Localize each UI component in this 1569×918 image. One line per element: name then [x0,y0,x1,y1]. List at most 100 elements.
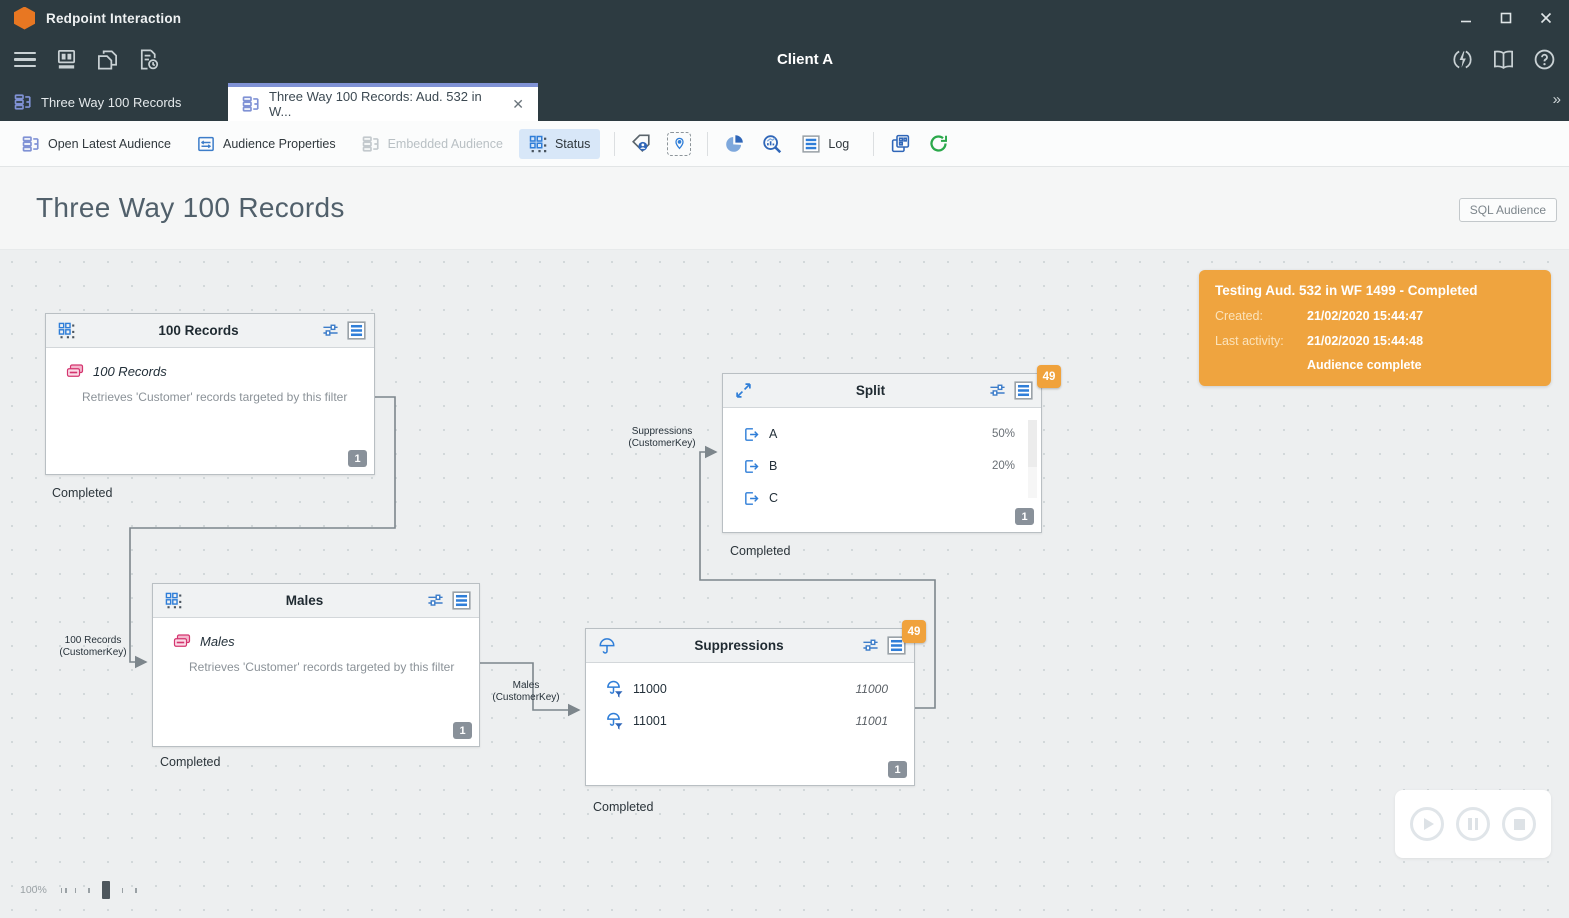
page-title: Three Way 100 Records [36,192,345,224]
node-settings-icon[interactable] [989,382,1006,399]
page-header: Three Way 100 Records SQL Audience [0,167,1569,250]
output-arrow-icon [743,426,760,443]
app-title: Redpoint Interaction [46,11,181,26]
location-button[interactable] [661,128,697,160]
play-button[interactable] [1410,807,1444,841]
filter-description: Retrieves 'Customer' records targeted by… [189,660,463,674]
tabbar: Three Way 100 Records Three Way 100 Reco… [0,83,1569,121]
workflow-canvas[interactable]: Suppressions(CustomerKey) 100 Records(Cu… [0,250,1569,918]
node-title: Suppressions [616,638,862,653]
zoom-slider-handle[interactable] [102,881,110,899]
node-status-label: Completed [730,544,790,558]
last-activity-label: Last activity: [1215,334,1307,348]
umbrella-filter-icon [606,712,624,730]
audience-tag-button[interactable] [623,128,659,160]
node-suppressions[interactable]: 49 Suppressions [585,628,915,786]
count-badge: 1 [348,450,367,467]
zoom-level: 100% [20,884,47,896]
hamburger-menu-icon[interactable] [13,48,37,72]
minimize-icon[interactable] [1459,11,1473,25]
filter-name: Males [200,634,235,649]
edge-label-to-suppressions: Males(CustomerKey) [486,680,566,704]
stop-button[interactable] [1502,807,1536,841]
dashboard-cards-icon[interactable] [54,48,78,72]
interaction-flash-icon[interactable] [1451,48,1474,71]
node-status-label: Completed [52,486,112,500]
tab-overflow-chevron-icon[interactable]: » [1553,91,1559,108]
scheduled-document-icon[interactable] [136,48,160,72]
tab-three-way-100-records-audience[interactable]: Three Way 100 Records: Aud. 532 in W... … [228,83,538,121]
documentation-book-icon[interactable] [1492,48,1515,71]
split-output-row[interactable]: A 50% [723,418,1041,450]
node-scrollbar[interactable] [1028,420,1037,498]
node-split[interactable]: 49 Split [722,373,1042,533]
toolbar-separator [707,132,708,156]
maximize-icon[interactable] [1499,11,1513,25]
toolbar-separator [614,132,615,156]
edge-label-to-split: Suppressions(CustomerKey) [612,426,712,450]
search-insights-button[interactable] [754,128,790,160]
suppression-row[interactable]: 11001 11001 [586,705,914,737]
sql-audience-badge: SQL Audience [1459,198,1557,222]
node-settings-icon[interactable] [427,592,444,609]
split-output-row[interactable]: B 20% [723,450,1041,482]
output-arrow-icon [743,458,760,475]
filter-cards-icon [66,362,84,380]
suppression-row[interactable]: 11000 11000 [586,673,914,705]
audience-complete-text: Audience complete [1307,358,1535,372]
tab-label: Three Way 100 Records [41,95,181,110]
status-button[interactable]: Status [519,129,600,159]
open-latest-audience-button[interactable]: Open Latest Audience [12,129,181,159]
audience-grid-icon [58,322,75,339]
node-log-icon[interactable] [347,321,366,340]
pie-chart-button[interactable] [716,128,752,160]
copy-snapshot-button[interactable] [882,128,918,160]
split-expand-icon[interactable] [735,382,752,399]
output-arrow-icon [743,490,760,507]
redpoint-logo [14,7,35,30]
node-settings-icon[interactable] [322,322,339,339]
embedded-audience-button: Embedded Audience [352,129,513,159]
node-log-icon[interactable] [452,591,471,610]
zoom-control[interactable]: 100% [20,880,137,900]
window-titlebar: Redpoint Interaction [0,0,1569,36]
node-100-records[interactable]: 100 Records 100 Records [45,313,375,475]
run-status-title: Testing Aud. 532 in WF 1499 - Completed [1215,283,1535,298]
audience-properties-button[interactable]: Audience Properties [187,129,346,159]
help-icon[interactable] [1533,48,1556,71]
tab-close-icon[interactable]: ✕ [512,96,524,113]
node-title: 100 Records [75,323,322,338]
documents-icon[interactable] [95,48,119,72]
node-title: Split [752,383,989,398]
filter-description: Retrieves 'Customer' records targeted by… [82,390,358,404]
playback-panel [1395,790,1551,858]
properties-panel-icon [197,135,215,153]
filter-name: 100 Records [93,364,167,379]
location-pin-icon [673,137,686,150]
refresh-icon [928,133,949,154]
node-title: Males [182,593,427,608]
copy-pages-icon [890,133,911,154]
log-list-icon [802,135,820,153]
edge-label-to-males: 100 Records(CustomerKey) [43,635,143,659]
split-output-row[interactable]: C [723,482,1041,514]
log-button[interactable]: Log [792,129,859,159]
search-chart-icon [761,133,783,155]
tab-three-way-100-records[interactable]: Three Way 100 Records [0,83,228,121]
audience-table-icon [362,135,380,153]
toolbar: Open Latest Audience Audience Properties… [0,121,1569,167]
close-icon[interactable] [1539,11,1553,25]
node-log-icon[interactable] [1014,381,1033,400]
refresh-button[interactable] [920,128,956,160]
node-settings-icon[interactable] [862,637,879,654]
created-value: 21/02/2020 15:44:47 [1307,309,1423,323]
node-males[interactable]: Males Males Ret [152,583,480,747]
pause-button[interactable] [1456,807,1490,841]
tag-user-icon [630,133,652,155]
run-count-badge: 49 [1037,365,1061,388]
filter-cards-icon [173,632,191,650]
pie-chart-icon [724,133,745,154]
audience-grid-icon [165,592,182,609]
node-status-label: Completed [593,800,653,814]
client-name: Client A [777,51,833,68]
